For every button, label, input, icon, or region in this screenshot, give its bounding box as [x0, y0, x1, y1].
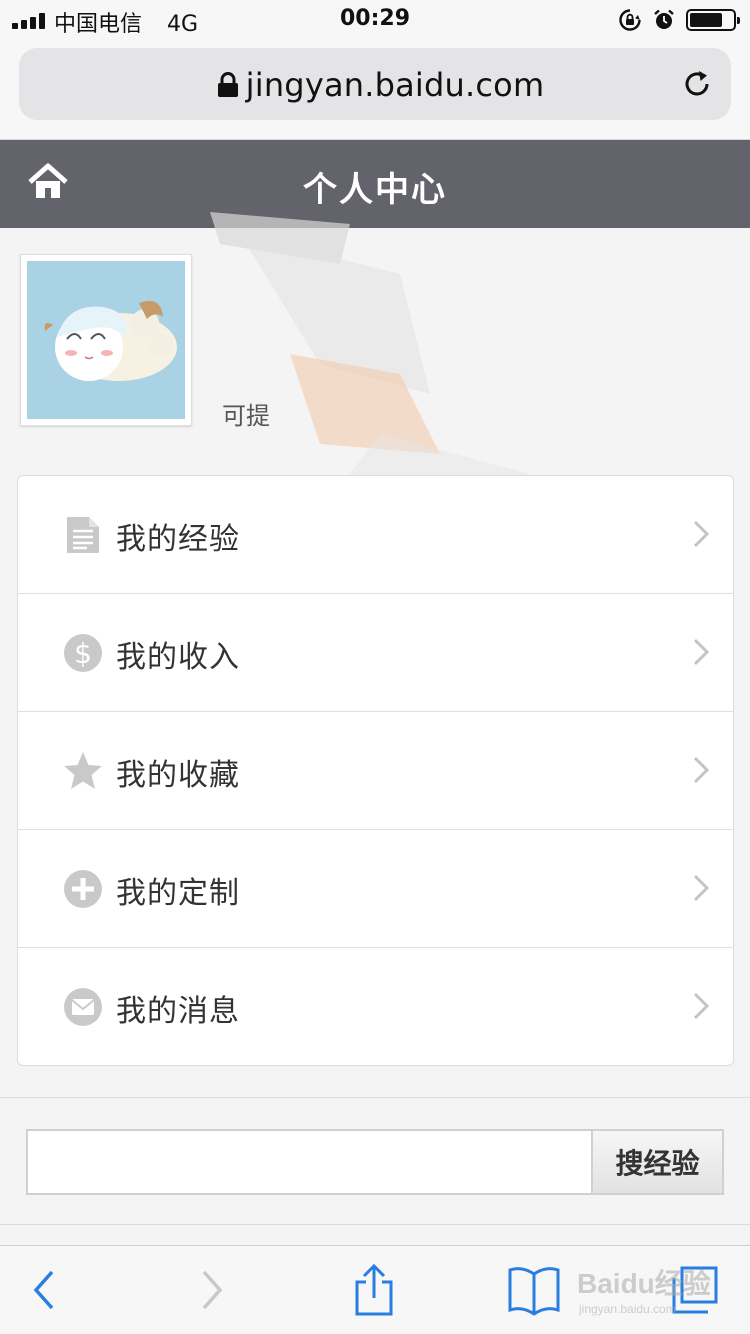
- baidu-watermark: Baidu经验 jingyan.baidu.com: [575, 1260, 715, 1324]
- search-section: 搜经验: [0, 1097, 750, 1225]
- url-text[interactable]: jingyan.baidu.com: [19, 66, 731, 104]
- alarm-icon: [654, 9, 674, 29]
- chevron-right-icon: [693, 992, 709, 1020]
- battery-icon: [686, 9, 740, 31]
- avatar: [27, 261, 185, 419]
- menu-item-label: 我的定制: [116, 876, 240, 911]
- menu-item-my-experience[interactable]: 我的经验: [18, 476, 733, 594]
- menu-item-label: 我的消息: [116, 994, 240, 1029]
- watermark-title: Baidu经验: [577, 1268, 711, 1299]
- menu-item-my-favorites[interactable]: 我的收藏: [18, 712, 733, 830]
- status-bar: 中国电信 4G 00:29: [0, 0, 750, 40]
- page-title: 个人中心: [303, 170, 447, 210]
- battery-fill: [690, 13, 722, 27]
- chevron-right-icon: [693, 638, 709, 666]
- avatar-frame[interactable]: [20, 254, 192, 426]
- back-icon[interactable]: [30, 1264, 60, 1316]
- dollar-icon: $: [64, 634, 102, 672]
- browser-address-area: jingyan.baidu.com: [0, 40, 750, 140]
- redaction-smudge: [210, 212, 530, 504]
- app-header: 个人中心: [0, 140, 750, 228]
- chevron-right-icon: [693, 520, 709, 548]
- sheep-avatar-illustration: [27, 261, 185, 419]
- profile-hint-text: 可提: [222, 402, 270, 430]
- address-bar[interactable]: jingyan.baidu.com: [19, 48, 731, 120]
- svg-text:$: $: [74, 637, 92, 670]
- menu-item-label: 我的收藏: [116, 758, 240, 793]
- menu-item-label: 我的经验: [116, 522, 240, 557]
- menu-item-label: 我的收入: [116, 640, 240, 675]
- reload-icon[interactable]: [679, 66, 715, 102]
- envelope-icon: [64, 988, 102, 1026]
- search-button[interactable]: 搜经验: [591, 1129, 724, 1195]
- menu-item-my-customization[interactable]: 我的定制: [18, 830, 733, 948]
- orientation-lock-icon: [619, 9, 641, 31]
- search-input[interactable]: [26, 1129, 592, 1195]
- menu-item-my-messages[interactable]: 我的消息: [18, 948, 733, 1066]
- chevron-right-icon: [693, 874, 709, 902]
- bookmarks-icon[interactable]: [506, 1264, 562, 1316]
- share-icon[interactable]: [352, 1264, 396, 1316]
- menu-item-my-income[interactable]: $ 我的收入: [18, 594, 733, 712]
- star-icon: [64, 752, 102, 789]
- browser-toolbar: Baidu经验 jingyan.baidu.com: [0, 1245, 750, 1334]
- chevron-right-icon: [693, 756, 709, 784]
- forward-icon[interactable]: [196, 1264, 226, 1316]
- menu-list: 我的经验 $ 我的收入 我的收藏 我的定制 我的消息: [17, 475, 734, 1066]
- document-icon: [67, 517, 99, 553]
- status-icons: [618, 8, 740, 32]
- watermark-subtitle: jingyan.baidu.com: [579, 1302, 676, 1316]
- plus-circle-icon: [64, 870, 102, 908]
